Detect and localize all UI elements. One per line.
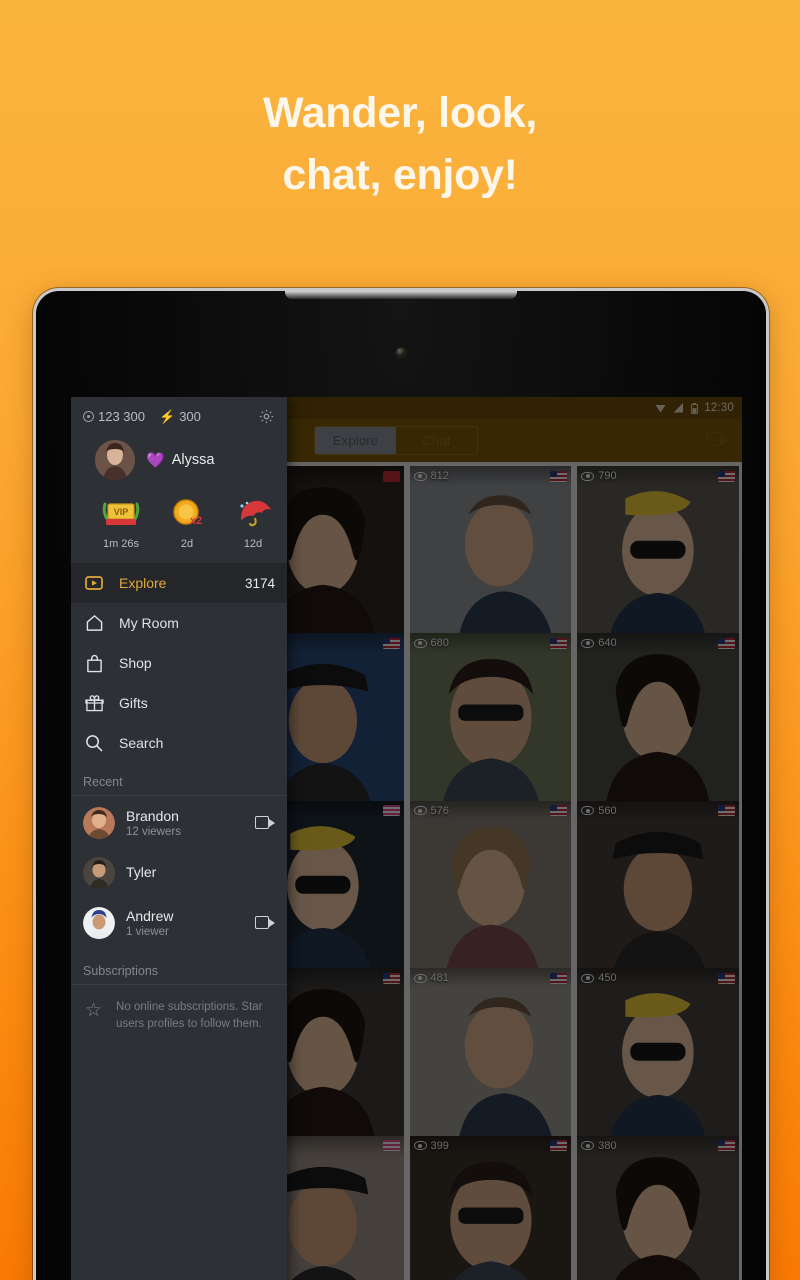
user-profile[interactable]: 💜 Alyssa <box>83 424 275 480</box>
recent-contact-row[interactable]: Andrew 1 viewer <box>71 898 287 948</box>
device-bezel: 9028478127907207096806406206015765605405… <box>36 291 766 1280</box>
svg-text:x2: x2 <box>190 515 202 527</box>
profile-name-row: 💜 Alyssa <box>146 452 214 468</box>
tablet-device-frame: 9028478127907207096806406206015765605405… <box>33 288 769 1280</box>
drawer-menu: Explore 3174 My Room Shop Gifts Search <box>71 563 287 763</box>
gift-icon <box>83 694 105 712</box>
recent-contact-row[interactable]: Brandon 12 viewers <box>71 798 287 848</box>
video-camera-icon[interactable] <box>255 916 275 930</box>
svg-text:VIP: VIP <box>114 507 129 517</box>
navigation-drawer: 123 300 ⚡ 300 💜 Alyssa VIP 1m 26s x2 2d … <box>71 397 287 1280</box>
sidebar-item-label: Shop <box>119 655 152 671</box>
avatar <box>83 857 115 889</box>
front-camera-icon <box>396 348 406 357</box>
sidebar-item-my-room[interactable]: My Room <box>71 603 287 643</box>
umbrella-icon <box>231 494 275 534</box>
purple-heart-icon: 💜 <box>146 451 165 469</box>
perk-badges: VIP 1m 26s x2 2d 12d <box>83 480 275 550</box>
headline-line-2: chat, enjoy! <box>282 151 518 200</box>
headline-line-1: Wander, look, <box>262 89 538 137</box>
recent-contact-row[interactable]: Tyler <box>71 848 287 898</box>
subscriptions-empty-state: ☆ No online subscriptions. Star users pr… <box>71 987 287 1034</box>
subscriptions-empty-message: No online subscriptions. Star users prof… <box>116 1001 263 1031</box>
sidebar-item-label: Explore <box>119 575 167 591</box>
recent-list: Brandon 12 viewers Tyler Andrew 1 viewer <box>71 798 287 948</box>
recent-section-title: Recent <box>71 763 287 796</box>
contact-name: Tyler <box>126 864 157 881</box>
coin-icon <box>83 411 94 422</box>
energy-balance-value: 300 <box>179 409 201 424</box>
avatar <box>95 440 135 480</box>
promo-headline: Wander, look, chat, enjoy! <box>0 82 800 207</box>
gear-icon[interactable] <box>258 408 275 425</box>
speaker-grill <box>285 291 517 299</box>
bag-icon <box>83 654 105 673</box>
perk-coin-label: 2d <box>180 538 194 550</box>
avatar <box>83 907 115 939</box>
balance-row: 123 300 ⚡ 300 <box>83 409 275 424</box>
sidebar-item-search[interactable]: Search <box>71 723 287 763</box>
sidebar-item-gifts[interactable]: Gifts <box>71 683 287 723</box>
coin-x2-icon: x2 <box>165 494 209 534</box>
contact-name: Andrew <box>126 908 174 925</box>
sidebar-item-label: Gifts <box>119 695 148 711</box>
star-outline-icon: ☆ <box>85 1000 103 1021</box>
coin-balance[interactable]: 123 300 <box>83 409 145 424</box>
perk-vip-label: 1m 26s <box>102 538 140 550</box>
contact-text: Brandon 12 viewers <box>126 808 244 838</box>
profile-name: Alyssa <box>171 452 215 468</box>
perk-vip[interactable]: VIP 1m 26s <box>99 494 143 550</box>
play-video-icon <box>83 576 105 590</box>
sidebar-item-explore[interactable]: Explore 3174 <box>71 563 287 603</box>
energy-balance[interactable]: ⚡ 300 <box>159 409 201 424</box>
avatar <box>83 807 115 839</box>
contact-viewers: 1 viewer <box>126 925 169 938</box>
contact-viewers: 12 viewers <box>126 825 181 838</box>
app-screen: 9028478127907207096806406206015765605405… <box>71 397 742 1280</box>
coin-balance-value: 123 300 <box>98 409 145 424</box>
bolt-icon: ⚡ <box>159 409 176 424</box>
contact-text: Tyler <box>126 864 275 882</box>
sidebar-item-label: Search <box>119 735 164 751</box>
search-icon <box>83 734 105 752</box>
subscriptions-section-title: Subscriptions <box>71 952 287 985</box>
drawer-header: 123 300 ⚡ 300 💜 Alyssa VIP 1m 26s x2 2d … <box>71 397 287 550</box>
sidebar-item-count: 3174 <box>244 575 275 591</box>
drawer-bottom-fade <box>71 1177 287 1280</box>
video-camera-icon[interactable] <box>255 816 275 830</box>
perk-umbrella-label: 12d <box>243 538 263 550</box>
sidebar-item-label: My Room <box>119 615 179 631</box>
vip-badge-icon: VIP <box>99 494 143 534</box>
perk-umbrella[interactable]: 12d <box>231 494 275 550</box>
home-icon <box>83 614 105 632</box>
perk-coin-x2[interactable]: x2 2d <box>165 494 209 550</box>
contact-name: Brandon <box>126 808 179 825</box>
sidebar-item-shop[interactable]: Shop <box>71 643 287 683</box>
contact-text: Andrew 1 viewer <box>126 908 244 938</box>
